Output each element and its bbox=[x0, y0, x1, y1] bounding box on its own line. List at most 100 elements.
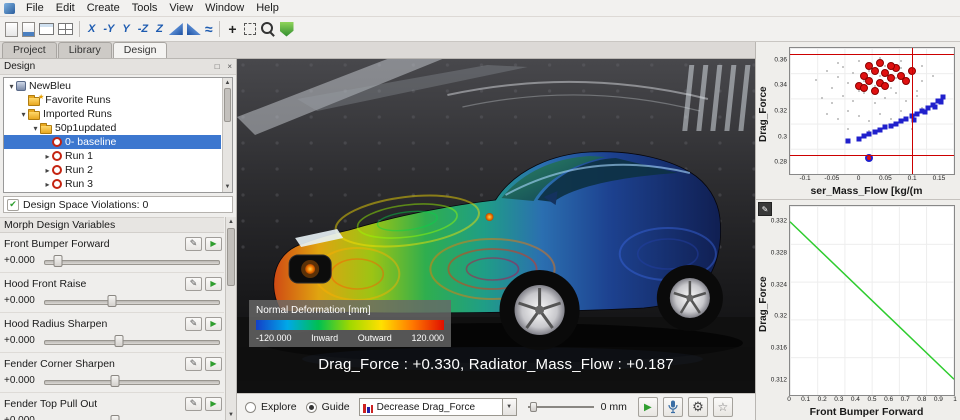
edit-fender-corner-sharpen-button[interactable]: ✎ bbox=[185, 357, 202, 371]
morph-ramp-icon[interactable] bbox=[169, 23, 183, 35]
apply-fender-corner-sharpen-button[interactable]: ▶ bbox=[205, 357, 222, 371]
variable-label: Fender Corner Sharpen bbox=[4, 358, 115, 370]
guide-radio[interactable] bbox=[306, 402, 317, 413]
expander-icon[interactable]: ▸ bbox=[43, 180, 52, 189]
menu-item-edit[interactable]: Edit bbox=[50, 1, 81, 15]
tree-item-run-2[interactable]: ▸Run 2 bbox=[4, 163, 221, 177]
scroll-down-icon[interactable]: ▼ bbox=[225, 183, 231, 191]
expander-icon[interactable]: ▾ bbox=[31, 124, 40, 133]
morph-distance-slider[interactable] bbox=[528, 401, 594, 413]
edit-hood-radius-sharpen-button[interactable]: ✎ bbox=[185, 317, 202, 331]
view-neg-y-icon[interactable]: -Y bbox=[101, 23, 116, 35]
slider-handle[interactable] bbox=[107, 295, 116, 307]
scatter-plot[interactable]: Drag_Force -0.1-0.0500.050.10.150.280.30… bbox=[756, 42, 960, 200]
hood-front-raise-slider[interactable] bbox=[44, 294, 222, 308]
favorite-button[interactable]: ☆ bbox=[713, 397, 733, 417]
explore-label: Explore bbox=[261, 401, 297, 413]
slider-handle[interactable] bbox=[111, 375, 120, 387]
apply-fender-top-pull-out-button[interactable]: ▶ bbox=[205, 397, 222, 411]
tree-item-50p1updated[interactable]: ▾50p1updated bbox=[4, 121, 221, 135]
edit-front-bumper-forward-button[interactable]: ✎ bbox=[185, 237, 202, 251]
scrollbar-thumb[interactable] bbox=[227, 228, 235, 286]
expander-icon[interactable]: ▸ bbox=[43, 166, 52, 175]
zoom-icon[interactable] bbox=[260, 21, 276, 37]
tree-item-label: Imported Runs bbox=[43, 108, 112, 120]
fender-corner-sharpen-slider[interactable] bbox=[44, 374, 222, 388]
pareto-runs-point bbox=[899, 119, 904, 124]
menu-item-file[interactable]: File bbox=[20, 1, 50, 15]
all-runs-point bbox=[868, 120, 870, 122]
multi-view-icon[interactable] bbox=[58, 23, 73, 35]
dropdown-arrow-icon[interactable]: ▼ bbox=[502, 399, 516, 415]
tree-item-label: NewBleu bbox=[29, 80, 71, 92]
pareto-runs-point bbox=[856, 136, 861, 141]
tree-item-0-baseline[interactable]: 0- baseline bbox=[4, 135, 221, 149]
morph-ramp-inverse-icon[interactable] bbox=[187, 23, 201, 35]
settings-button[interactable]: ⚙ bbox=[688, 397, 708, 417]
line-plot-area[interactable] bbox=[789, 205, 955, 396]
view-neg-z-icon[interactable]: -Z bbox=[136, 23, 150, 35]
morph-distance-handle[interactable] bbox=[530, 402, 537, 412]
x-tick-label: 0.6 bbox=[884, 396, 893, 403]
scroll-up-icon[interactable]: ▲ bbox=[228, 218, 234, 226]
tab-project[interactable]: Project bbox=[2, 42, 57, 58]
view-z-icon[interactable]: Z bbox=[154, 23, 165, 35]
apply-hood-radius-sharpen-button[interactable]: ▶ bbox=[205, 317, 222, 331]
panel-float-icon[interactable]: □ bbox=[215, 62, 220, 71]
tree-scrollbar-thumb[interactable] bbox=[224, 88, 231, 122]
menu-item-help[interactable]: Help bbox=[250, 1, 285, 15]
pan-icon[interactable]: + bbox=[226, 21, 240, 37]
zoom-region-icon[interactable] bbox=[244, 23, 256, 35]
explore-radio[interactable] bbox=[245, 402, 256, 413]
menu-item-window[interactable]: Window bbox=[199, 1, 250, 15]
view-x-icon[interactable]: X bbox=[86, 23, 97, 35]
menu-item-create[interactable]: Create bbox=[81, 1, 126, 15]
tree-item-run-1[interactable]: ▸Run 1 bbox=[4, 149, 221, 163]
line-plot[interactable]: ✎ Drag_Force 00.10.20.30.40.50.60.70.80.… bbox=[756, 200, 960, 420]
import-icon[interactable] bbox=[22, 22, 35, 37]
apply-hood-front-raise-button[interactable]: ▶ bbox=[205, 277, 222, 291]
tree-scrollbar[interactable]: ▲ ▼ bbox=[222, 78, 232, 192]
panel-close-icon[interactable]: × bbox=[227, 62, 232, 71]
pareto-runs-point bbox=[872, 130, 877, 135]
tab-design[interactable]: Design bbox=[113, 42, 168, 58]
single-view-icon[interactable] bbox=[39, 23, 54, 35]
menu-item-tools[interactable]: Tools bbox=[126, 1, 164, 15]
expander-icon[interactable]: ▸ bbox=[43, 152, 52, 161]
expander-icon[interactable]: ▾ bbox=[19, 110, 28, 119]
scatter-plot-area[interactable] bbox=[789, 47, 955, 175]
view-y-icon[interactable]: Y bbox=[120, 23, 131, 35]
design-check-icon[interactable] bbox=[280, 22, 294, 37]
fender-top-pull-out-slider[interactable] bbox=[44, 414, 222, 420]
expander-icon[interactable]: ▾ bbox=[7, 82, 16, 91]
variables-scrollbar[interactable]: ▲ ▼ bbox=[225, 217, 236, 420]
tree-item-newbleu[interactable]: ▾ NewBleu bbox=[4, 79, 221, 93]
scroll-down-icon[interactable]: ▼ bbox=[228, 411, 234, 419]
y-tick-label: 0.3 bbox=[778, 133, 787, 140]
apply-front-bumper-forward-button[interactable]: ▶ bbox=[205, 237, 222, 251]
menu-item-view[interactable]: View bbox=[163, 1, 199, 15]
variable-label: Hood Front Raise bbox=[4, 278, 86, 290]
edit-fender-top-pull-out-button[interactable]: ✎ bbox=[185, 397, 202, 411]
hood-radius-sharpen-slider[interactable] bbox=[44, 334, 222, 348]
microphone-button[interactable] bbox=[663, 397, 683, 417]
tree-item-label: Favorite Runs bbox=[45, 94, 110, 106]
tab-library[interactable]: Library bbox=[58, 42, 112, 58]
x-tick-label: 0 bbox=[787, 396, 791, 403]
objective-dropdown[interactable]: Decrease Drag_Force ▼ bbox=[359, 398, 517, 416]
tree-item-imported-runs[interactable]: ▾ Imported Runs bbox=[4, 107, 221, 121]
edit-hood-front-raise-button[interactable]: ✎ bbox=[185, 277, 202, 291]
slider-handle[interactable] bbox=[54, 255, 63, 267]
viewport-3d[interactable]: Normal Deformation [mm] -120.000 Inward … bbox=[237, 59, 755, 393]
scroll-up-icon[interactable]: ▲ bbox=[225, 79, 231, 87]
tree-item-run-3[interactable]: ▸Run 3 bbox=[4, 177, 221, 191]
app-icon bbox=[4, 3, 15, 14]
probe-tool-button[interactable]: ✎ bbox=[758, 202, 772, 216]
slider-handle[interactable] bbox=[111, 415, 120, 420]
slider-handle[interactable] bbox=[114, 335, 123, 347]
front-bumper-forward-slider[interactable] bbox=[44, 254, 222, 268]
tree-item-favorite-runs[interactable]: ★Favorite Runs bbox=[4, 93, 221, 107]
flow-lines-icon[interactable]: ≈ bbox=[205, 21, 213, 37]
new-project-icon[interactable] bbox=[5, 22, 18, 37]
play-button[interactable]: ▶ bbox=[638, 397, 658, 417]
